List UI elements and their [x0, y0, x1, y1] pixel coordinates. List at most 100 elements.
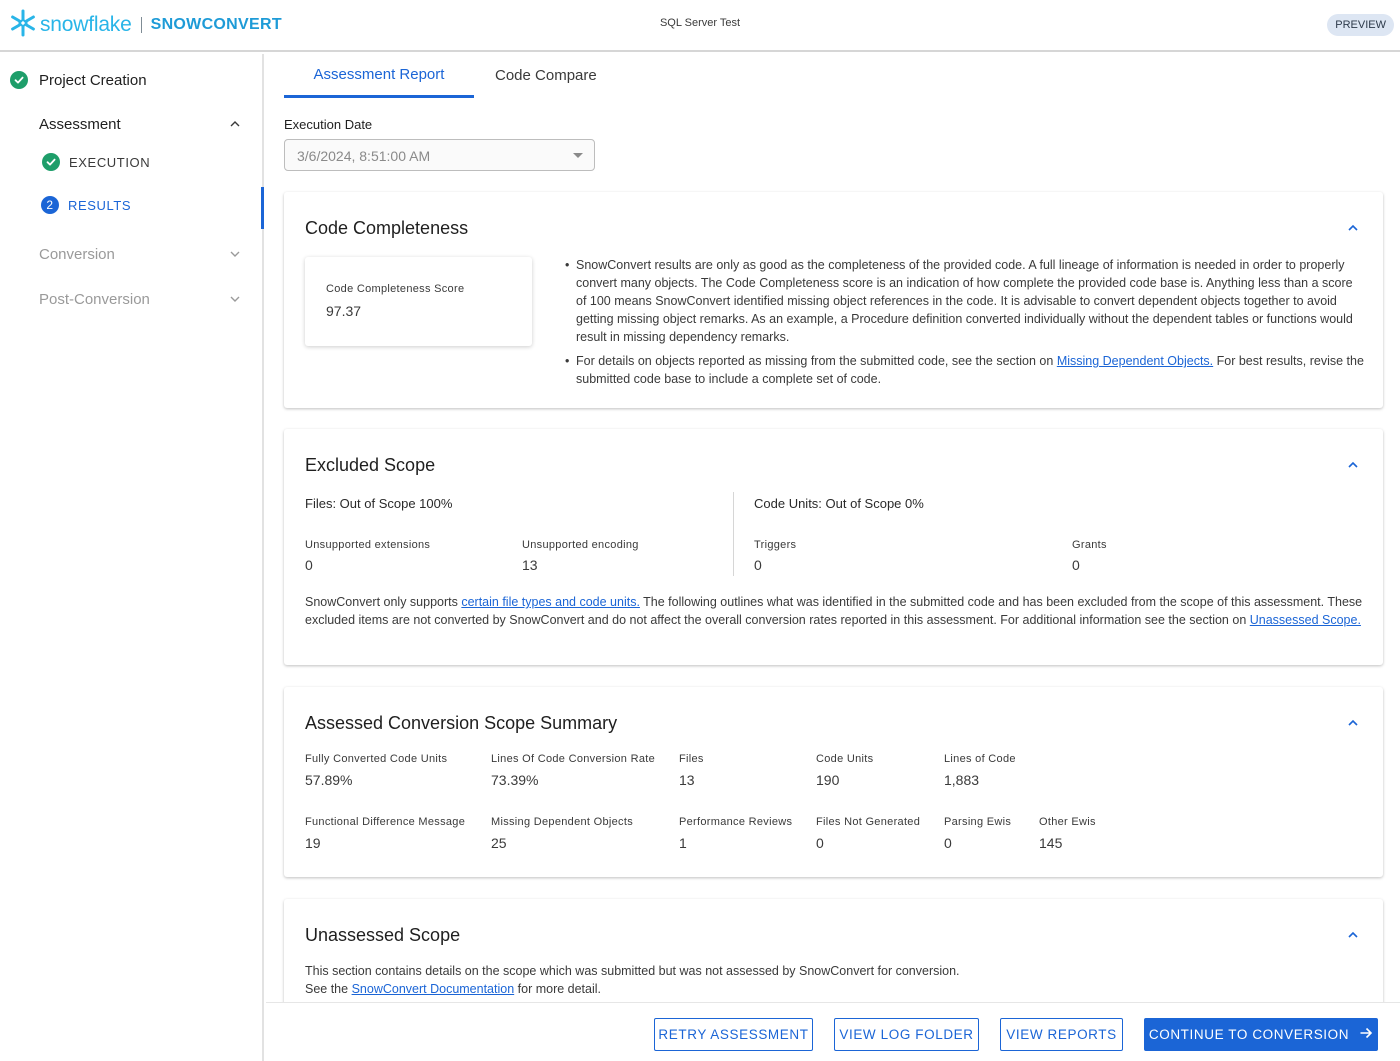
stat-label: Performance Reviews: [679, 816, 793, 828]
tab-code-compare[interactable]: Code Compare: [495, 67, 597, 99]
stat-label: Unsupported extensions: [305, 539, 431, 551]
sidebar-group-conversion[interactable]: Conversion: [39, 243, 241, 265]
sidebar-substep-results[interactable]: 2 RESULTS: [41, 195, 131, 215]
check-circle-icon: [10, 71, 28, 89]
unassessed-scope-doc-line: See the SnowConvert Documentation for mo…: [305, 980, 1365, 998]
sidebar-group-post-conversion[interactable]: Post-Conversion: [39, 288, 241, 310]
sidebar-item-project-creation[interactable]: Project Creation: [10, 70, 147, 90]
arrow-right-icon: [1349, 1026, 1373, 1043]
completeness-notes: SnowConvert results are only as good as …: [565, 256, 1365, 394]
para-text: SnowConvert only supports: [305, 595, 462, 609]
unassessed-scope-link[interactable]: Unassessed Scope.: [1250, 613, 1361, 627]
stat-label: Parsing Ewis: [944, 816, 1012, 828]
stat-label: Other Ewis: [1039, 816, 1096, 828]
stat-value: 0: [305, 557, 313, 573]
brand-wordmark: snowflake: [40, 13, 132, 36]
sidebar-substep-label: EXECUTION: [69, 154, 151, 170]
stat-value: 13: [679, 772, 695, 788]
active-step-indicator: [261, 187, 264, 229]
chevron-down-icon: [229, 248, 241, 260]
score-value: 97.37: [326, 303, 362, 319]
continue-label: CONTINUE TO CONVERSION: [1148, 1027, 1350, 1042]
stat-value: 0: [754, 557, 762, 573]
note-item: For details on objects reported as missi…: [565, 352, 1365, 388]
stat-value: 0: [944, 835, 952, 851]
step-number-badge: 2: [41, 196, 59, 214]
snowflake-logo-icon: [8, 8, 38, 43]
view-reports-button[interactable]: VIEW REPORTS: [1000, 1018, 1123, 1051]
execution-date-value: 3/6/2024, 8:51:00 AM: [297, 148, 431, 164]
chevron-up-icon[interactable]: [1347, 929, 1359, 941]
project-title: SQL Server Test: [659, 17, 741, 29]
sidebar-item-label: Project Creation: [39, 71, 147, 89]
card-title: Excluded Scope: [305, 455, 436, 475]
stat-label: Files Not Generated: [816, 816, 921, 828]
assessed-summary-card: Assessed Conversion Scope Summary Fully …: [284, 687, 1383, 877]
unassessed-scope-card: Unassessed Scope This section contains d…: [284, 899, 1383, 1002]
dropdown-caret-icon: [573, 153, 583, 158]
chevron-up-icon[interactable]: [1347, 459, 1359, 471]
card-title: Code Completeness: [305, 218, 469, 238]
para-text: See the: [305, 982, 352, 996]
chevron-up-icon: [229, 118, 241, 130]
main-content[interactable]: Assessment Report Code Compare Execution…: [266, 54, 1400, 1002]
stat-label: Files: [679, 753, 704, 765]
tab-assessment-report[interactable]: Assessment Report: [284, 66, 474, 98]
stat-value: 190: [816, 772, 840, 788]
files-out-of-scope-heading: Files: Out of Scope 100%: [305, 496, 453, 511]
continue-to-conversion-button[interactable]: CONTINUE TO CONVERSION: [1144, 1018, 1378, 1051]
code-units-out-of-scope-heading: Code Units: Out of Scope 0%: [754, 496, 924, 511]
chevron-up-icon[interactable]: [1347, 717, 1359, 729]
brand-logo[interactable]: snowflake SNOWCONVERT: [8, 8, 282, 42]
completeness-score-box: Code Completeness Score 97.37: [305, 257, 532, 346]
stat-value: 145: [1039, 835, 1063, 851]
stat-label: Grants: [1072, 539, 1107, 551]
code-completeness-card: Code Completeness Code Completeness Scor…: [284, 192, 1383, 408]
app-header: snowflake SNOWCONVERT SQL Server Test PR…: [0, 0, 1400, 52]
sidebar-group-label: Assessment: [39, 115, 121, 133]
card-title: Unassessed Scope: [305, 925, 461, 945]
para-text: for more detail.: [514, 982, 602, 996]
excluded-scope-description: SnowConvert only supports certain file t…: [305, 593, 1365, 629]
preview-badge: PREVIEW: [1327, 14, 1394, 36]
card-title: Assessed Conversion Scope Summary: [305, 713, 618, 733]
sidebar-group-assessment[interactable]: Assessment: [39, 113, 241, 135]
chevron-down-icon: [229, 293, 241, 305]
chevron-up-icon[interactable]: [1347, 222, 1359, 234]
view-log-folder-button[interactable]: VIEW LOG FOLDER: [834, 1018, 979, 1051]
stat-value: 25: [491, 835, 507, 851]
execution-date-label: Execution Date: [284, 117, 373, 132]
stat-value: 1: [679, 835, 687, 851]
logo-divider: [140, 17, 142, 33]
stat-value: 0: [816, 835, 824, 851]
stat-value: 57.89%: [305, 772, 353, 788]
sidebar-substep-label: RESULTS: [68, 197, 132, 213]
stat-label: Triggers: [754, 539, 797, 551]
action-footer: RETRY ASSESSMENT VIEW LOG FOLDER VIEW RE…: [266, 1002, 1400, 1061]
sidebar: Project Creation Assessment EXECUTION 2 …: [0, 54, 264, 1061]
supported-file-types-link[interactable]: certain file types and code units.: [461, 595, 640, 609]
note-text: For details on objects reported as missi…: [576, 354, 1057, 368]
missing-dependent-objects-link[interactable]: Missing Dependent Objects.: [1057, 354, 1213, 368]
stat-value: 73.39%: [491, 772, 539, 788]
stat-label: Lines Of Code Conversion Rate: [491, 753, 656, 765]
stat-label: Missing Dependent Objects: [491, 816, 634, 828]
check-circle-icon: [42, 153, 60, 171]
snowconvert-documentation-link[interactable]: SnowConvert Documentation: [352, 982, 515, 996]
stat-label: Unsupported encoding: [522, 539, 639, 551]
stat-label: Functional Difference Message: [305, 816, 466, 828]
retry-assessment-button[interactable]: RETRY ASSESSMENT: [654, 1018, 813, 1051]
stat-label: Lines of Code: [944, 753, 1016, 765]
stat-value: 1,883: [944, 772, 980, 788]
execution-date-select[interactable]: 3/6/2024, 8:51:00 AM: [284, 139, 595, 171]
excluded-scope-card: Excluded Scope Files: Out of Scope 100% …: [284, 429, 1383, 665]
sidebar-group-label: Post-Conversion: [39, 290, 150, 308]
stat-value: 13: [522, 557, 538, 573]
stat-value: 19: [305, 835, 321, 851]
sidebar-group-label: Conversion: [39, 245, 115, 263]
stat-label: Code Units: [816, 753, 874, 765]
sidebar-substep-execution[interactable]: EXECUTION: [42, 152, 150, 172]
stat-label: Fully Converted Code Units: [305, 753, 448, 765]
unassessed-scope-description: This section contains details on the sco…: [305, 964, 960, 978]
stat-value: 0: [1072, 557, 1080, 573]
